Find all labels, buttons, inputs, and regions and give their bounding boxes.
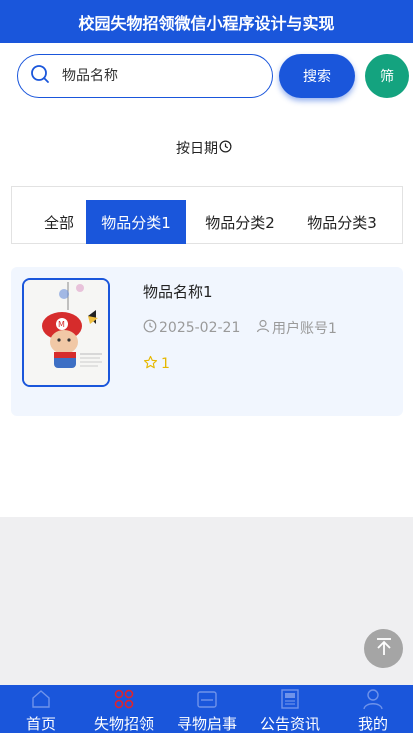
user-icon <box>256 319 272 337</box>
category-tabs: 全部 物品分类1 物品分类2 物品分类3 <box>11 186 403 244</box>
search-button[interactable]: 搜索 <box>279 54 355 98</box>
sort-label: 按日期 <box>176 141 218 157</box>
search-button-label: 搜索 <box>303 69 331 85</box>
svg-text:M: M <box>58 320 65 329</box>
nav-label: 首页 <box>25 715 56 733</box>
item-likes-count: 1 <box>161 356 170 372</box>
app-header: 校园失物招领微信小程序设计与实现 <box>0 0 413 43</box>
clock-icon <box>218 140 232 157</box>
notice-board-icon <box>196 688 218 710</box>
bottom-navigation: 首页 失物招领 寻物启事 公告资讯 我的 <box>0 685 413 733</box>
tab-category-1[interactable]: 物品分类1 <box>86 200 186 244</box>
nav-lost-notice[interactable]: 寻物启事 <box>166 685 248 733</box>
item-account-text: 用户账号1 <box>272 321 337 337</box>
item-image[interactable]: M <box>22 278 110 387</box>
home-icon <box>30 688 52 710</box>
nav-announcements[interactable]: 公告资讯 <box>249 685 331 733</box>
nav-mine[interactable]: 我的 <box>332 685 413 733</box>
item-account: 用户账号1 <box>256 318 337 338</box>
nav-lost-found[interactable]: 失物招领 <box>83 685 165 733</box>
filter-button[interactable]: 筛 <box>365 54 409 98</box>
item-name: 物品名称1 <box>143 283 213 301</box>
user-icon <box>362 688 384 710</box>
sort-by-date[interactable]: 按日期 <box>0 136 408 160</box>
tab-label: 物品分类3 <box>307 213 377 232</box>
star-icon <box>143 355 161 374</box>
item-date: 2025-02-21 <box>143 318 240 338</box>
app-title: 校园失物招领微信小程序设计与实现 <box>78 13 335 33</box>
nav-home[interactable]: 首页 <box>0 685 82 733</box>
clock-icon <box>143 319 159 337</box>
back-to-top-button[interactable] <box>364 629 403 668</box>
tab-category-3[interactable]: 物品分类3 <box>292 200 392 244</box>
tab-label: 物品分类1 <box>101 213 171 232</box>
item-date-text: 2025-02-21 <box>159 320 241 336</box>
search-input[interactable] <box>62 68 242 84</box>
grid-icon <box>113 688 135 710</box>
filter-button-label: 筛 <box>380 69 394 85</box>
news-icon <box>279 688 301 710</box>
nav-label: 失物招领 <box>93 715 154 733</box>
tab-label: 全部 <box>43 213 74 232</box>
tab-category-2[interactable]: 物品分类2 <box>190 200 290 244</box>
item-likes: 1 <box>143 354 170 374</box>
search-icon <box>30 64 50 88</box>
nav-label: 寻物启事 <box>176 715 237 733</box>
tab-label: 物品分类2 <box>205 213 275 232</box>
nav-label: 我的 <box>357 715 388 733</box>
tab-all[interactable]: 全部 <box>34 200 84 244</box>
search-box[interactable] <box>17 54 273 98</box>
arrow-up-icon <box>373 636 395 662</box>
nav-label: 公告资讯 <box>259 715 320 733</box>
